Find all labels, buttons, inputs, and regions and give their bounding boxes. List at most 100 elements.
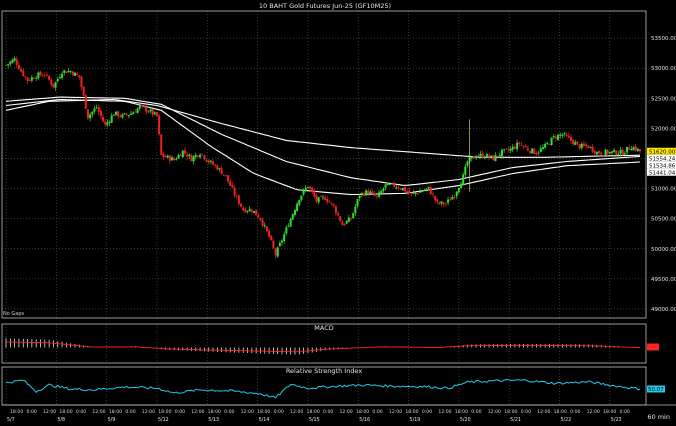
candle-body <box>89 114 92 119</box>
candle-body <box>375 195 378 197</box>
candle-body <box>345 220 348 224</box>
candle-body <box>623 153 626 155</box>
candle-body <box>341 221 344 226</box>
candle-body <box>181 150 184 158</box>
candle-body <box>80 76 83 88</box>
candle-body <box>147 111 150 113</box>
y-tick-label: 51000.00 <box>651 187 676 193</box>
candle-body <box>76 73 79 76</box>
candle-body <box>524 146 527 148</box>
candle-body <box>606 150 609 154</box>
candle-body <box>328 201 331 203</box>
candle-body <box>507 149 510 151</box>
no-gaps-label: No Gaps <box>3 311 25 317</box>
candle-body <box>347 217 350 222</box>
candle-body <box>63 70 66 73</box>
candle-body <box>74 72 77 76</box>
candle-body <box>220 168 223 175</box>
candle-body <box>54 82 57 88</box>
candle-body <box>250 210 253 212</box>
candle-body <box>481 153 484 158</box>
candle-body <box>332 204 335 206</box>
candle-body <box>203 155 206 160</box>
candle-body <box>595 151 598 155</box>
candle-body <box>114 111 117 115</box>
candle-body <box>438 202 441 204</box>
candle-body <box>237 195 240 204</box>
candle-body <box>52 83 55 88</box>
time-label: 12:00 <box>339 409 352 415</box>
candle-body <box>563 133 566 135</box>
candle-body <box>621 149 624 156</box>
candle-body <box>485 154 488 158</box>
candle-body <box>466 161 469 166</box>
candle-body <box>248 208 251 212</box>
rsi-title: Relative Strength Index <box>286 367 363 375</box>
candle-body <box>155 112 158 117</box>
chart-canvas: 50.07 49000.00 49500.00 50000.00 50500.00 51… <box>0 0 676 423</box>
candle-body <box>628 147 631 150</box>
timeframe-label: 60 min <box>647 413 670 421</box>
candle-body <box>589 146 592 148</box>
candle-body <box>634 146 637 151</box>
candle-body <box>56 78 59 82</box>
candle-body <box>71 71 74 76</box>
candle-body <box>425 188 428 190</box>
candle-body <box>572 139 575 145</box>
candle-body <box>541 147 544 150</box>
candle-body <box>356 199 359 207</box>
y-tick-label: 52500.00 <box>651 96 676 102</box>
time-label: 0:00 <box>76 409 86 415</box>
date-label: 5/21 <box>510 417 521 422</box>
candle-body <box>173 158 176 160</box>
candle-body <box>255 209 258 216</box>
candle-body <box>162 153 165 157</box>
candle-body <box>218 168 221 170</box>
price-tag-label: 51620.00 <box>649 149 676 155</box>
candle-body <box>41 75 44 77</box>
candle-body <box>561 134 564 136</box>
candle-body <box>145 106 148 112</box>
candle-body <box>630 148 633 151</box>
date-label: 5/14 <box>259 417 270 422</box>
candle-body <box>134 111 137 113</box>
candle-body <box>160 134 163 155</box>
candle-body <box>513 146 516 149</box>
candle-body <box>304 187 307 191</box>
candle-body <box>240 203 243 207</box>
candle-body <box>518 142 521 144</box>
candle-body <box>222 174 225 176</box>
candle-body <box>289 218 292 227</box>
candle-body <box>274 248 277 256</box>
candle-body <box>585 144 588 147</box>
time-label: 18:00 <box>554 409 567 415</box>
candle-body <box>67 70 70 73</box>
candle-body <box>224 175 227 177</box>
candle-body <box>261 219 264 226</box>
candle-body <box>26 77 29 82</box>
candle-body <box>449 199 452 201</box>
date-label: 5/7 <box>7 417 15 422</box>
candle-body <box>429 187 432 195</box>
candle-body <box>272 240 275 248</box>
candle-body <box>7 63 10 66</box>
time-label: 0:00 <box>471 409 481 415</box>
candle-body <box>535 152 538 155</box>
candle-body <box>550 137 553 146</box>
time-label: 18:00 <box>356 409 369 415</box>
y-tick-label: 53500.00 <box>651 36 676 42</box>
time-label: 18:00 <box>59 409 72 415</box>
candle-body <box>207 160 210 163</box>
candle-body <box>86 109 89 119</box>
candle-body <box>511 146 514 150</box>
candle-body <box>315 195 318 202</box>
candle-body <box>242 207 245 211</box>
time-label: 12:00 <box>488 409 501 415</box>
time-label: 12:00 <box>43 409 56 415</box>
candle-body <box>153 112 156 115</box>
candle-body <box>276 247 279 257</box>
candle-body <box>436 199 439 202</box>
candle-body <box>397 187 400 189</box>
candle-body <box>505 148 508 150</box>
time-label: 0:00 <box>570 409 580 415</box>
